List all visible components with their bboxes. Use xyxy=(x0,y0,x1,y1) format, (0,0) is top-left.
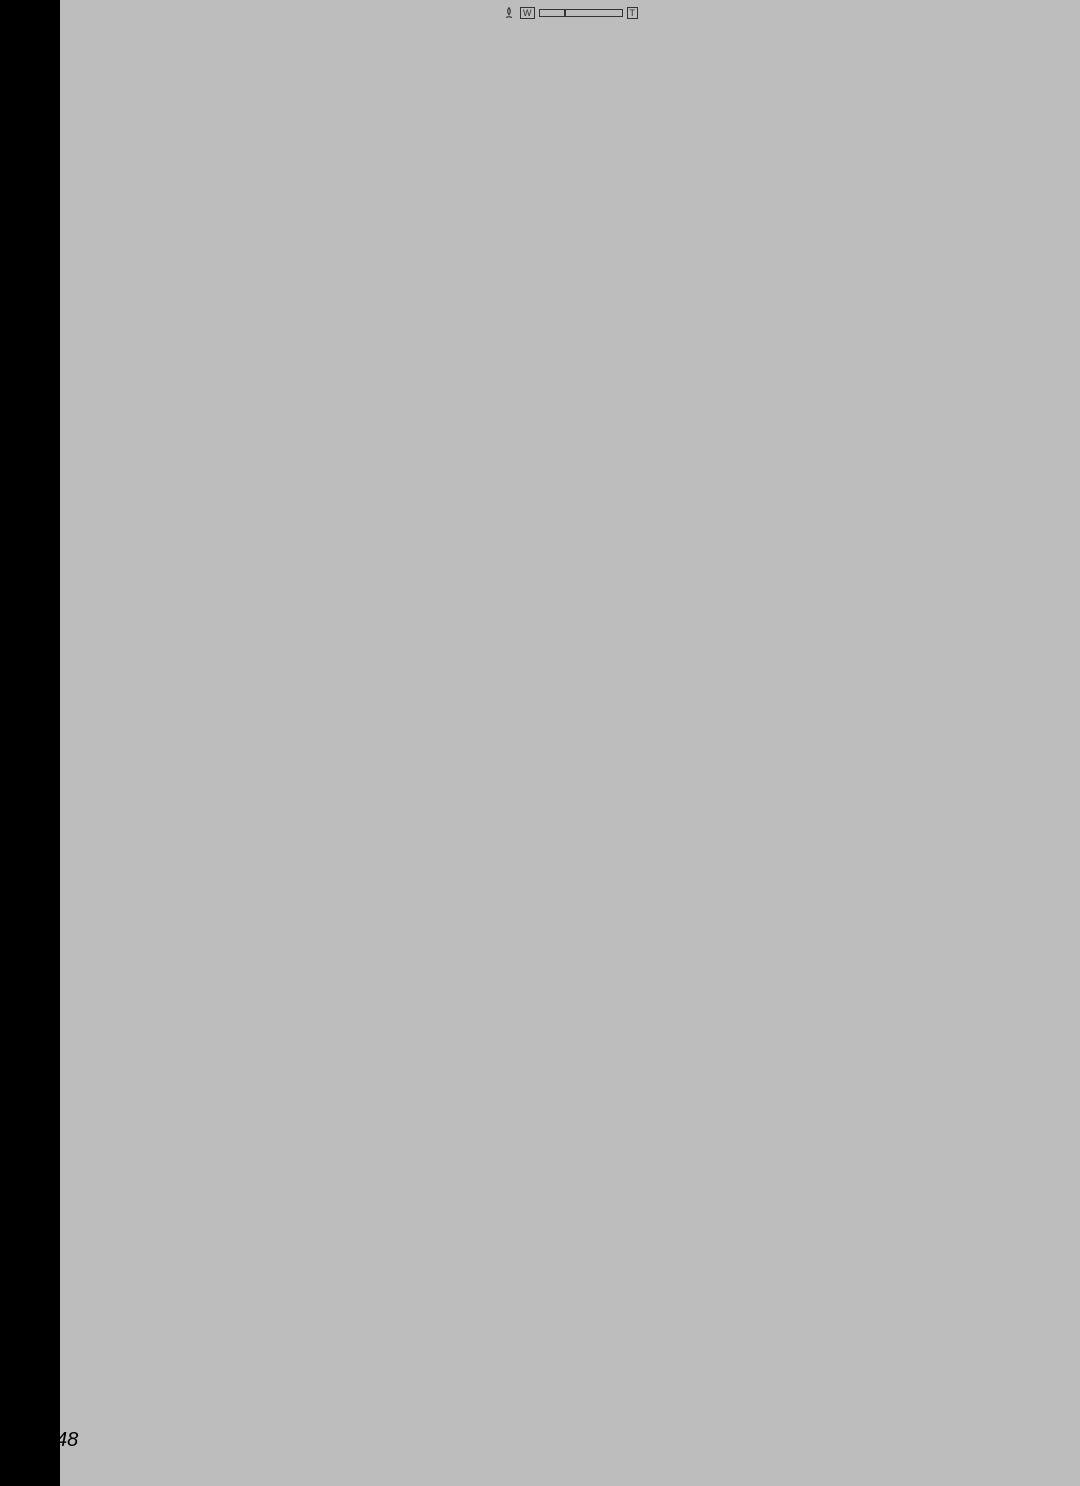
figure-zoom-bar: W T xyxy=(797,651,1010,701)
macro-small-icon xyxy=(502,6,516,20)
zoom-scale xyxy=(539,9,623,17)
page-number: 48 xyxy=(56,1429,78,1452)
zoom-t-label: T xyxy=(627,7,639,19)
zoom-w-label: W xyxy=(520,7,535,19)
step-3: 3 Use the zoom control to set the zoom r… xyxy=(86,636,1010,734)
